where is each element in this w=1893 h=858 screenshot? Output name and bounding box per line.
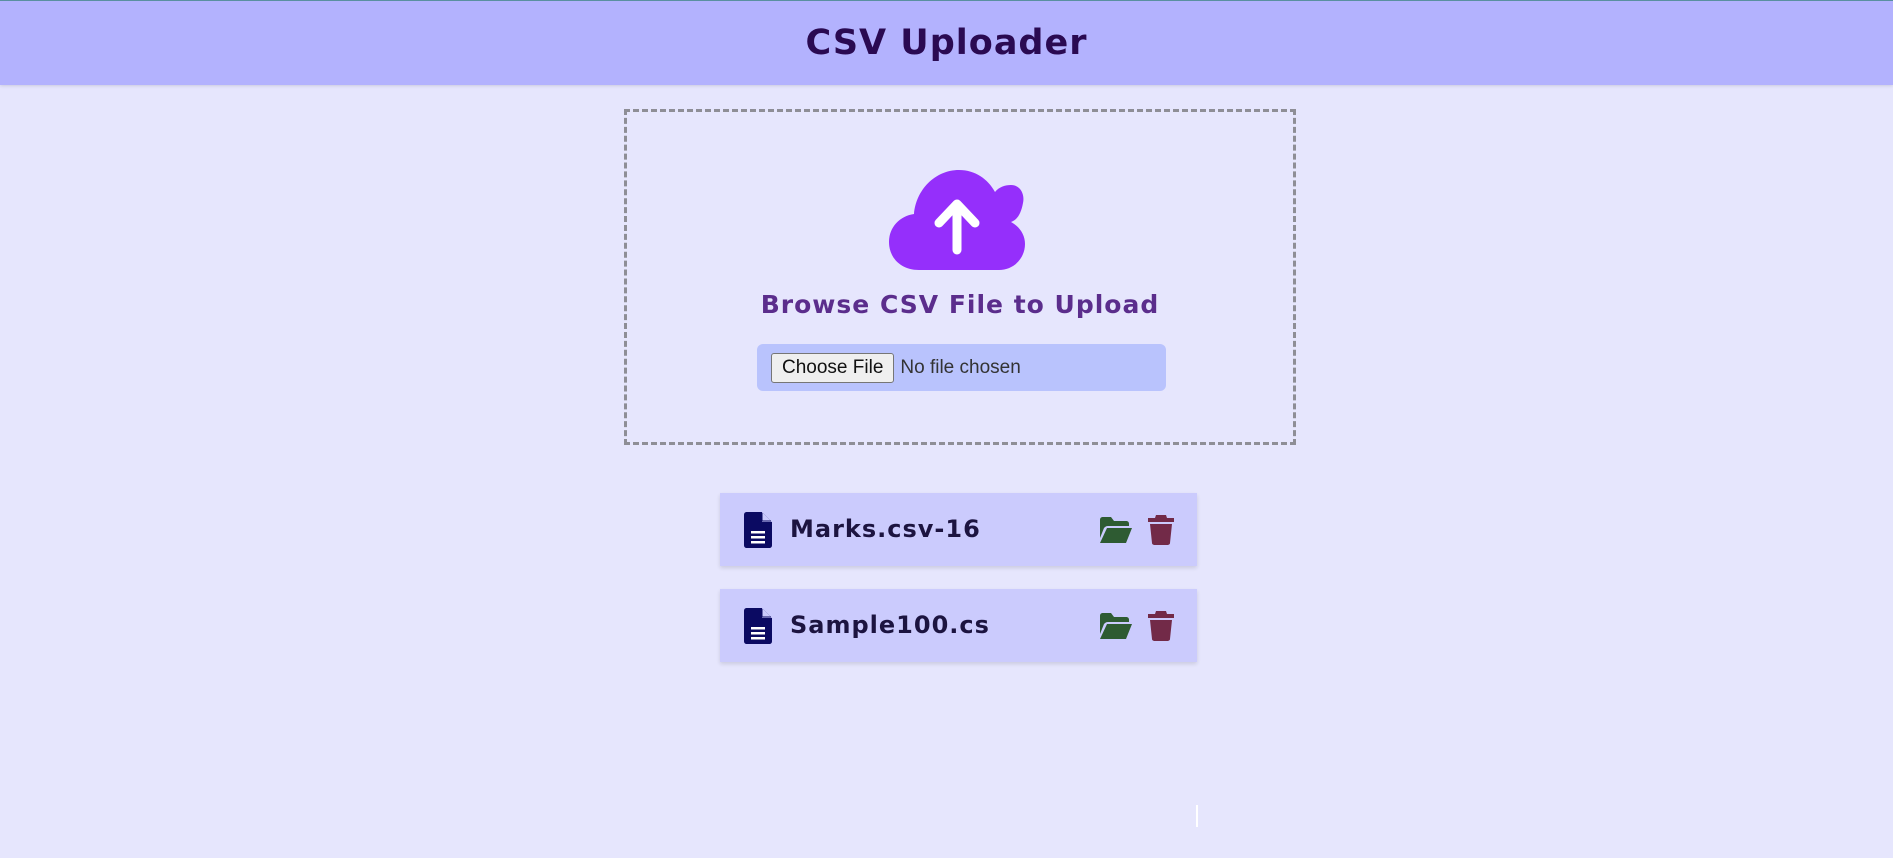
folder-open-icon[interactable] (1100, 517, 1132, 543)
file-document-icon (744, 608, 772, 644)
choose-file-button[interactable]: Choose File (771, 352, 895, 383)
file-row: Marks.csv-16 (720, 493, 1197, 566)
trash-icon[interactable] (1148, 611, 1174, 641)
file-name: Sample100.cs (790, 611, 990, 639)
browse-title: Browse CSV File to Upload (760, 290, 1160, 319)
file-name: Marks.csv-16 (790, 515, 981, 543)
app-header: CSV Uploader (0, 0, 1893, 85)
folder-open-icon[interactable] (1100, 613, 1132, 639)
file-document-icon (744, 512, 772, 548)
file-input[interactable]: Choose File No file chosen (757, 344, 1166, 391)
file-row: Sample100.cs (720, 589, 1197, 662)
text-cursor (1196, 805, 1198, 827)
trash-icon[interactable] (1148, 515, 1174, 545)
page-title: CSV Uploader (805, 23, 1088, 63)
cloud-upload-icon (889, 170, 1025, 270)
file-status-text: No file chosen (900, 356, 1021, 378)
upload-dropzone[interactable]: Browse CSV File to Upload Choose File No… (624, 109, 1296, 445)
